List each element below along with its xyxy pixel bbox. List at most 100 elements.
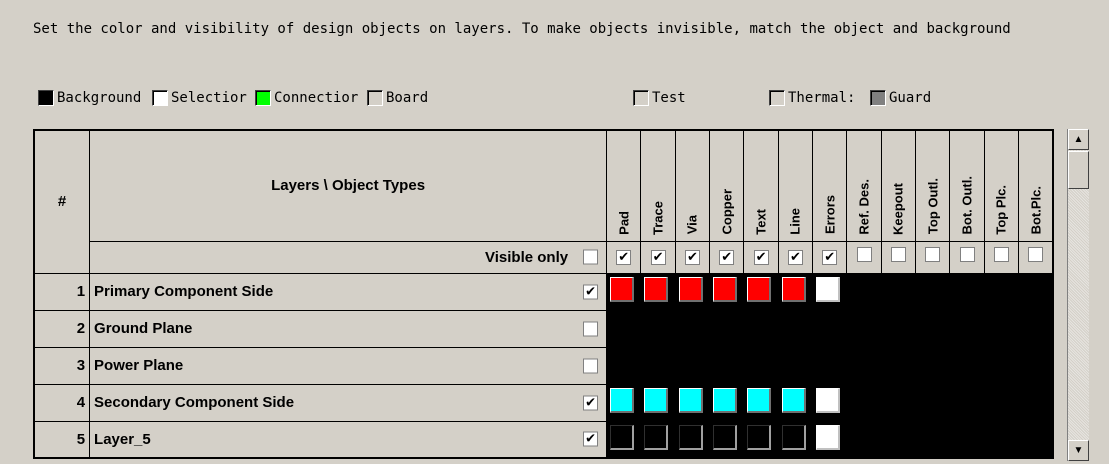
color-swatch[interactable] bbox=[610, 276, 635, 302]
layer-visible-checkbox[interactable]: ✔ bbox=[583, 431, 599, 447]
color-cell[interactable] bbox=[640, 420, 676, 459]
color-cell[interactable] bbox=[846, 383, 882, 422]
color-cell[interactable] bbox=[880, 346, 917, 385]
column-header-bot-outl[interactable]: Bot. Outl. bbox=[949, 129, 985, 242]
visible-only-checkbox[interactable] bbox=[583, 249, 599, 265]
color-cell[interactable] bbox=[606, 383, 642, 422]
layer-row[interactable]: 3 Power Plane bbox=[33, 346, 1054, 385]
color-swatch[interactable] bbox=[644, 387, 669, 413]
color-cell[interactable] bbox=[812, 346, 848, 385]
color-swatch[interactable] bbox=[781, 424, 806, 450]
swatch-thermal[interactable]: Thermal: bbox=[769, 90, 855, 106]
color-cell[interactable] bbox=[915, 420, 951, 459]
color-cell[interactable] bbox=[812, 272, 848, 311]
thermal-color-box[interactable] bbox=[769, 90, 785, 106]
color-cell[interactable] bbox=[777, 346, 814, 385]
color-swatch[interactable] bbox=[747, 387, 772, 413]
test-color-box[interactable] bbox=[633, 90, 649, 106]
color-swatch[interactable] bbox=[610, 424, 635, 450]
layer-visible-checkbox[interactable]: ✔ bbox=[583, 395, 599, 410]
swatch-connection[interactable]: Connectior bbox=[255, 90, 358, 106]
color-cell[interactable] bbox=[846, 420, 882, 459]
color-cell[interactable] bbox=[880, 309, 917, 348]
color-cell[interactable] bbox=[743, 383, 779, 422]
color-cell[interactable] bbox=[674, 309, 711, 348]
color-cell[interactable] bbox=[606, 420, 642, 459]
color-cell[interactable] bbox=[915, 309, 951, 348]
layer-row[interactable]: 5 Layer_5 ✔ bbox=[33, 420, 1054, 459]
pad-visible-checkbox[interactable]: ✔ bbox=[616, 250, 632, 265]
color-cell[interactable] bbox=[674, 383, 711, 422]
color-cell[interactable] bbox=[812, 383, 848, 422]
color-cell[interactable] bbox=[983, 272, 1020, 311]
background-color-box[interactable] bbox=[38, 90, 54, 106]
color-cell[interactable] bbox=[640, 309, 676, 348]
color-cell[interactable] bbox=[949, 346, 985, 385]
color-cell[interactable] bbox=[949, 309, 985, 348]
color-swatch[interactable] bbox=[747, 276, 772, 302]
column-header-copper[interactable]: Copper bbox=[709, 129, 745, 242]
color-cell[interactable] bbox=[777, 309, 814, 348]
color-cell[interactable] bbox=[1018, 346, 1054, 385]
board-color-box[interactable] bbox=[367, 90, 383, 106]
color-cell[interactable] bbox=[846, 309, 882, 348]
color-cell[interactable] bbox=[812, 420, 848, 459]
swatch-board[interactable]: Board bbox=[367, 90, 428, 106]
color-cell[interactable] bbox=[777, 383, 814, 422]
line-visible-checkbox[interactable]: ✔ bbox=[787, 250, 803, 265]
color-cell[interactable] bbox=[1018, 420, 1054, 459]
color-cell[interactable] bbox=[674, 420, 711, 459]
color-cell[interactable] bbox=[983, 420, 1020, 459]
color-cell[interactable] bbox=[915, 272, 951, 311]
color-cell[interactable] bbox=[674, 272, 711, 311]
top-outl-visible-checkbox[interactable] bbox=[925, 247, 941, 262]
color-cell[interactable] bbox=[743, 420, 779, 459]
layer-row[interactable]: 4 Secondary Component Side ✔ bbox=[33, 383, 1054, 422]
color-cell[interactable] bbox=[949, 383, 985, 422]
connection-color-box[interactable] bbox=[255, 90, 271, 106]
color-cell[interactable] bbox=[709, 346, 745, 385]
selection-color-box[interactable] bbox=[152, 90, 168, 106]
color-cell[interactable] bbox=[777, 420, 814, 459]
color-cell[interactable] bbox=[777, 272, 814, 311]
color-cell[interactable] bbox=[640, 383, 676, 422]
swatch-test[interactable]: Test bbox=[633, 90, 686, 106]
color-cell[interactable] bbox=[606, 346, 642, 385]
swatch-background[interactable]: Background bbox=[38, 90, 141, 106]
color-cell[interactable] bbox=[846, 346, 882, 385]
column-header-top-outl[interactable]: Top Outl. bbox=[915, 129, 951, 242]
column-header-keepout[interactable]: Keepout bbox=[880, 129, 917, 242]
arrow-down-icon[interactable]: ▼ bbox=[1068, 440, 1089, 461]
column-header-top-plc[interactable]: Top Plc. bbox=[983, 129, 1020, 242]
column-header-line[interactable]: Line bbox=[777, 129, 814, 242]
color-swatch[interactable] bbox=[781, 276, 806, 302]
color-cell[interactable] bbox=[743, 346, 779, 385]
color-swatch[interactable] bbox=[644, 424, 669, 450]
color-cell[interactable] bbox=[846, 272, 882, 311]
layer-row[interactable]: 1 Primary Component Side ✔ bbox=[33, 272, 1054, 311]
trace-visible-checkbox[interactable]: ✔ bbox=[650, 250, 666, 265]
color-cell[interactable] bbox=[949, 272, 985, 311]
layer-visible-checkbox[interactable]: ✔ bbox=[583, 284, 599, 299]
color-cell[interactable] bbox=[709, 272, 745, 311]
bot-plc-visible-checkbox[interactable] bbox=[1028, 247, 1044, 262]
column-header-text[interactable]: Text bbox=[743, 129, 779, 242]
color-cell[interactable] bbox=[812, 309, 848, 348]
swatch-selection[interactable]: Selectior bbox=[152, 90, 247, 106]
top-plc-visible-checkbox[interactable] bbox=[993, 247, 1009, 262]
color-cell[interactable] bbox=[709, 383, 745, 422]
layer-row[interactable]: 2 Ground Plane bbox=[33, 309, 1054, 348]
color-cell[interactable] bbox=[1018, 383, 1054, 422]
column-header-pad[interactable]: Pad bbox=[606, 129, 642, 242]
color-cell[interactable] bbox=[640, 346, 676, 385]
column-header-bot-plc[interactable]: Bot.Plc. bbox=[1018, 129, 1054, 242]
color-cell[interactable] bbox=[983, 309, 1020, 348]
ref-des-visible-checkbox[interactable] bbox=[856, 247, 872, 262]
color-swatch[interactable] bbox=[713, 387, 738, 413]
color-swatch[interactable] bbox=[644, 276, 669, 302]
via-visible-checkbox[interactable]: ✔ bbox=[684, 250, 700, 265]
color-cell[interactable] bbox=[915, 346, 951, 385]
color-cell[interactable] bbox=[915, 383, 951, 422]
column-header-trace[interactable]: Trace bbox=[640, 129, 676, 242]
color-cell[interactable] bbox=[743, 272, 779, 311]
